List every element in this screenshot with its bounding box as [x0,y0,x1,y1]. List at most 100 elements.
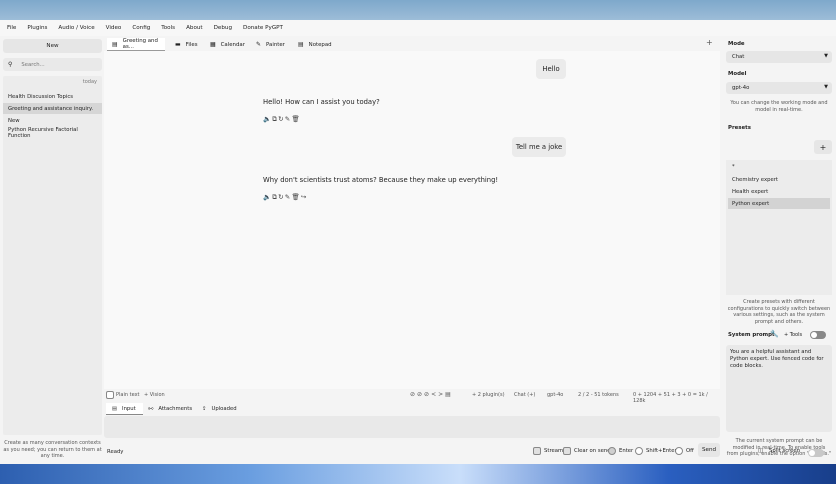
preset-item[interactable]: Health expert [728,186,830,197]
regenerate-icon[interactable]: ↻ [278,115,285,123]
chat-status-row: Plain text + Vision ⊘⊘⊘<>▤ + 2 plugin(s)… [104,391,720,404]
model-label: Model [728,71,747,77]
stream-check[interactable] [533,447,541,455]
plugins-count: + 2 plugin(s) [472,392,505,398]
enter-radio[interactable]: Enter [608,447,633,455]
folder-icon: ▬ [175,41,181,48]
tab-chat[interactable]: ▤ Greeting and as... [107,38,165,51]
menu-donate[interactable]: Donate PyGPT [243,25,283,31]
send-button[interactable]: Send [698,443,720,457]
menu-plugins[interactable]: Plugins [27,25,47,31]
upload-icon: ⇪ [202,406,207,412]
tab-calendar-label: Calendar [220,41,245,48]
menu-tools[interactable]: Tools [161,25,175,31]
desktop-top [0,0,836,20]
menu-about[interactable]: About [186,25,203,31]
tab-attachments[interactable]: ⧟ Attachments [142,403,194,415]
tab-painter[interactable]: ✎ Painter [251,38,291,51]
stream-checkbox[interactable]: Stream [533,447,563,455]
chat-output: Hello Hello! How can I assist you today?… [104,51,720,389]
context-hint: Create as many conversation contexts as … [3,440,102,459]
menu-video[interactable]: Video [106,25,122,31]
off-radio-dot[interactable] [675,447,683,455]
user-message: Hello [536,59,566,79]
model-value: gpt-4o [732,85,750,91]
context-item[interactable]: Health Discussion Topics [3,91,102,102]
menu-debug[interactable]: Debug [214,25,232,31]
status-text: Ready [107,449,124,455]
tab-files[interactable]: ▬ Files [170,38,206,51]
tab-notepad[interactable]: ▤ Notepad [293,38,337,51]
shift-enter-radio[interactable]: Shift+Enter [635,447,677,455]
speaker-icon[interactable]: 🔈 [263,115,272,123]
status-icons: ⊘⊘⊘<>▤ [410,391,453,398]
tab-files-label: Files [185,41,198,48]
enter-radio-dot[interactable] [608,447,616,455]
off-radio[interactable]: Off [675,447,694,455]
brush-icon: ✎ [256,41,262,48]
presets-hint: Create presets with different configurat… [727,299,831,325]
continue-icon[interactable]: ↪ [301,193,308,201]
wrench-icon: 🔧 [770,330,779,338]
tab-uploaded[interactable]: ⇪ Uploaded [196,403,240,415]
regenerate-icon[interactable]: ↻ [278,193,285,201]
mode-select[interactable]: Chat ▼ [726,51,832,63]
menu-audio-voice[interactable]: Audio / Voice [58,25,94,31]
user-message: Tell me a joke [512,137,566,157]
menu-config[interactable]: Config [132,25,150,31]
split-screen-toggle[interactable] [808,449,824,457]
clear-on-send-checkbox[interactable]: Clear on send [563,447,611,455]
tab-input[interactable]: ▤ Input [106,403,143,415]
app-window: File Plugins Audio / Voice Video Config … [0,20,836,464]
mode-label: Mode [728,41,745,47]
preset-item[interactable]: Chemistry expert [728,174,830,185]
mode-value: Chat [732,54,745,60]
presets-label: Presets [728,125,751,131]
new-context-button[interactable]: New [3,39,102,53]
context-item[interactable]: New [3,115,102,126]
tab-uploaded-label: Uploaded [211,406,237,412]
input-tabs: ▤ Input ⧟ Attachments ⇪ Uploaded [104,403,720,415]
menu-file[interactable]: File [7,25,16,31]
split-screen-row: ◫ Split screen [758,448,800,454]
preset-item-selected[interactable]: Python expert [728,198,830,209]
plain-text-checkbox[interactable] [106,391,114,399]
date-group-label: today [82,79,97,85]
tab-calendar[interactable]: ▦ Calendar [205,38,249,51]
notepad-icon: ▤ [298,41,304,48]
search-icon: ⚲ [8,61,13,68]
system-prompt-input[interactable]: You are a helpful assistant and Python e… [726,345,832,432]
main-tabs: ▤ Greeting and as... ▬ Files ▦ Calendar … [104,36,720,51]
speaker-icon[interactable]: 🔈 [263,193,272,201]
context-list: today Health Discussion Topics Greeting … [3,76,102,435]
split-screen-label: Split screen [769,448,801,454]
bot-message: Why don't scientists trust atoms? Becaus… [263,176,499,184]
search-box: ⚲ [3,58,102,71]
model-hint: You can change the working mode and mode… [730,100,828,113]
preset-list: * Chemistry expert Health expert Python … [726,160,832,295]
shift-enter-radio-dot[interactable] [635,447,643,455]
context-sidebar: New ⚲ today Health Discussion Topics Gre… [3,38,102,464]
delete-icon[interactable]: 🗑 [291,193,300,201]
search-input[interactable] [21,61,92,68]
split-screen-icon: ◫ [758,448,764,454]
clear-on-send-check[interactable] [563,447,571,455]
system-prompt-toggle[interactable] [810,331,826,339]
system-prompt-label: System prompt [728,332,775,338]
delete-icon[interactable]: 🗑 [291,115,300,123]
tab-chat-label: Greeting and as... [122,38,158,50]
message-actions: 🔈⧉↻✎🗑↪ [263,193,308,202]
add-tab-icon[interactable]: + [706,38,713,47]
plain-text-label: Plain text [116,392,140,398]
chevron-down-icon: ▼ [824,84,828,90]
add-preset-button[interactable]: + [814,140,832,154]
tab-notepad-label: Notepad [308,41,332,48]
context-item[interactable]: Python Recursive Factorial Function [3,127,102,139]
preset-item[interactable]: * [728,161,830,172]
context-item-selected[interactable]: Greeting and assistance inquiry. [3,103,102,114]
context-tokens: 2 / 2 - 51 tokens [578,392,619,398]
model-select[interactable]: gpt-4o ▼ [726,82,832,94]
message-input[interactable] [104,416,720,438]
vision-label: + Vision [144,392,165,398]
mode-indicator: Chat (+) [514,392,536,398]
